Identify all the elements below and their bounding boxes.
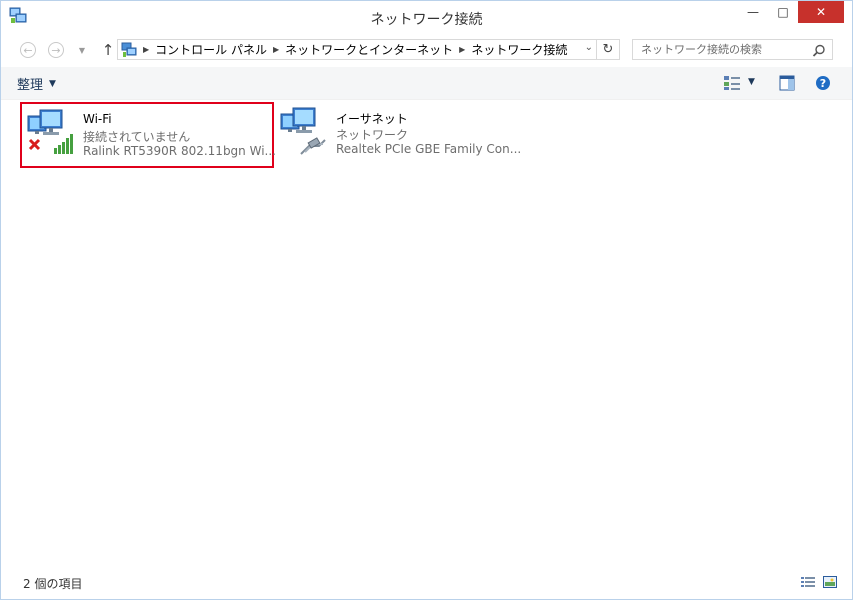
maximize-icon: □: [777, 5, 789, 19]
wireless-network-icon: [27, 109, 73, 154]
connection-name: Wi-Fi: [83, 112, 112, 126]
large-icons-view-icon[interactable]: [823, 576, 837, 588]
connection-item-ethernet[interactable]: イーサネット ネットワーク Realtek PCIe GBE Family Co…: [275, 102, 525, 164]
help-icon[interactable]: ?: [815, 75, 831, 91]
close-button[interactable]: ✕: [798, 1, 844, 23]
organize-menu-button[interactable]: 整理 ▼: [17, 74, 56, 93]
refresh-button[interactable]: ↻: [596, 40, 619, 59]
recent-locations-button[interactable]: ▼: [71, 39, 93, 61]
breadcrumb-network-internet[interactable]: ネットワークとインターネット: [285, 41, 453, 58]
chevron-down-icon: ▼: [78, 45, 86, 55]
back-button[interactable]: ←: [17, 39, 39, 61]
address-row: ← → ▼ ↑ ▶ コントロール パネル ▶ ネットワークとインターネット ▶ …: [1, 35, 852, 65]
organize-label: 整理: [17, 78, 44, 93]
breadcrumb-separator-icon[interactable]: ▶: [273, 45, 279, 54]
minimize-icon: —: [747, 5, 759, 19]
control-panel-icon: [121, 42, 137, 57]
status-bar: 2 個の項目: [1, 568, 852, 599]
search-icon[interactable]: [812, 44, 826, 58]
breadcrumb-network-connections[interactable]: ネットワーク接続: [471, 41, 567, 58]
connection-name: イーサネット: [336, 112, 408, 126]
up-arrow-icon: ↑: [101, 41, 115, 59]
details-view-icon[interactable]: [801, 576, 815, 588]
connection-status: ネットワーク: [336, 128, 409, 142]
connection-item-wifi[interactable]: Wi-Fi 接続されていません Ralink RT5390R 802.11bgn…: [20, 102, 276, 168]
file-list[interactable]: Wi-Fi 接続されていません Ralink RT5390R 802.11bgn…: [1, 100, 852, 568]
title-bar[interactable]: ネットワーク接続 — □ ✕: [1, 1, 852, 33]
svg-text:?: ?: [820, 77, 826, 90]
back-arrow-icon: ←: [20, 42, 36, 58]
preview-pane-icon[interactable]: [779, 75, 795, 91]
minimize-button[interactable]: —: [738, 1, 768, 23]
explorer-window: ネットワーク接続 — □ ✕ ← → ▼ ↑ ▶ コントロール パネル ▶ ネッ…: [0, 0, 853, 600]
address-bar[interactable]: ▶ コントロール パネル ▶ ネットワークとインターネット ▶ ネットワーク接続…: [117, 39, 620, 60]
command-bar: 整理 ▼ ▼ ?: [1, 67, 852, 100]
search-input[interactable]: [632, 39, 833, 60]
breadcrumb-control-panel[interactable]: コントロール パネル: [155, 41, 267, 58]
chevron-down-icon: ▼: [49, 78, 56, 89]
breadcrumb-separator-icon[interactable]: ▶: [459, 45, 465, 54]
connection-status: 接続されていません: [83, 130, 191, 144]
up-button[interactable]: ↑: [97, 39, 119, 61]
window-title: ネットワーク接続: [370, 12, 483, 28]
forward-arrow-icon: →: [48, 42, 64, 58]
connection-device: Ralink RT5390R 802.11bgn Wi...: [83, 144, 276, 158]
maximize-button[interactable]: □: [768, 1, 798, 23]
refresh-icon: ↻: [602, 42, 614, 57]
connection-device: Realtek PCIe GBE Family Con...: [336, 142, 522, 156]
change-view-icon[interactable]: [723, 75, 741, 91]
ethernet-network-icon: [280, 107, 326, 155]
close-icon: ✕: [815, 5, 827, 19]
address-dropdown-icon[interactable]: ⌄: [585, 42, 593, 53]
breadcrumb-separator-icon[interactable]: ▶: [143, 45, 149, 54]
forward-button[interactable]: →: [45, 39, 67, 61]
item-count: 2 個の項目: [23, 577, 83, 591]
view-options-dropdown-icon[interactable]: ▼: [748, 77, 755, 87]
